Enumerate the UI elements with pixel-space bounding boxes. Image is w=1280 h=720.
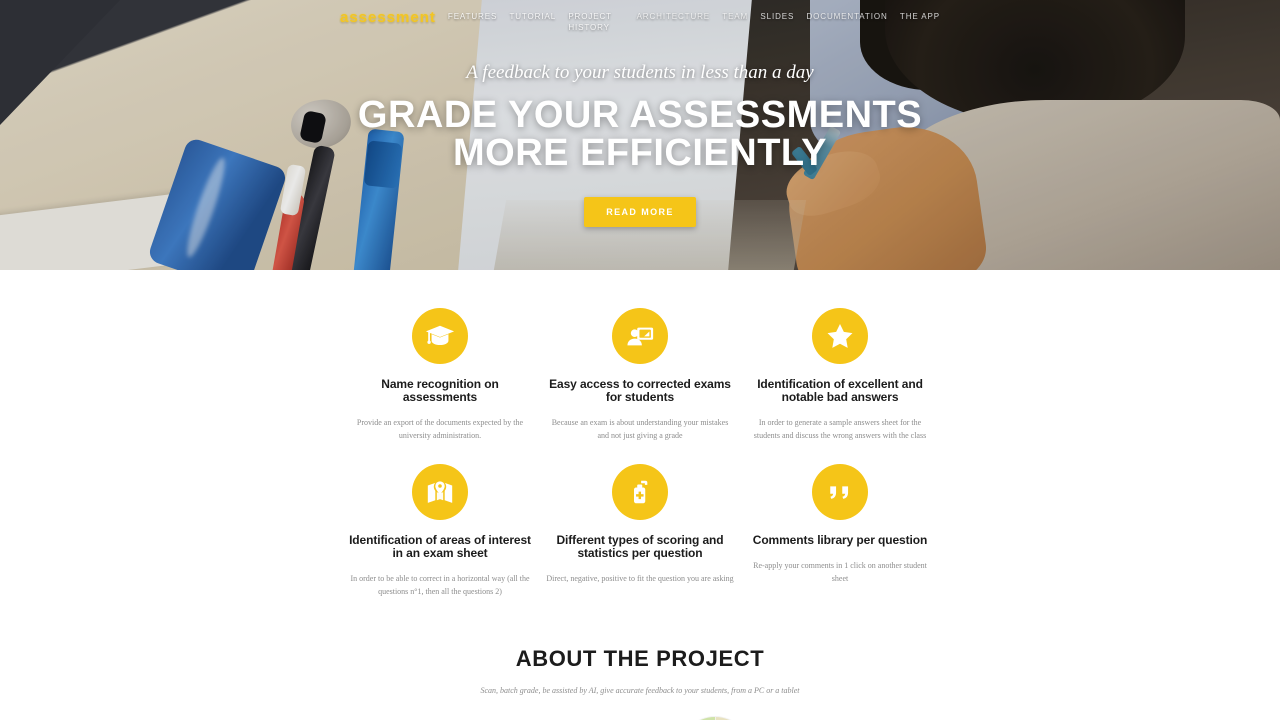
hero-subtitle: A feedback to your students in less than…: [466, 62, 814, 83]
main-navigation: assessment FEATURES TUTORIAL PROJECT HIS…: [0, 0, 1280, 33]
hero-title-line-2: MORE EFFICIENTLY: [453, 132, 827, 174]
feature-card-name-recognition: Name recognition on assessments Provide …: [340, 308, 540, 442]
feature-card-excellent-answers: Identification of excellent and notable …: [740, 308, 940, 442]
star-icon: [812, 308, 868, 364]
about-subtitle: Scan, batch grade, be assisted by AI, gi…: [480, 686, 800, 695]
feature-description: Because an exam is about understanding y…: [551, 418, 729, 440]
feature-card-areas-of-interest: Identification of areas of interest in a…: [340, 464, 540, 598]
nav-item-tutorial[interactable]: TUTORIAL: [509, 11, 556, 22]
read-more-button[interactable]: READ MORE: [584, 197, 696, 227]
hero-title-line-1: GRADE YOUR ASSESSMENTS: [357, 94, 923, 136]
feature-description: Direct, negative, positive to fit the qu…: [546, 574, 734, 583]
nav-item-slides[interactable]: SLIDES: [760, 11, 794, 22]
nav-item-features[interactable]: FEATURES: [448, 11, 497, 22]
map-pin-icon: [412, 464, 468, 520]
hero-title: GRADE YOUR ASSESSMENTS MORE EFFICIENTLY: [0, 96, 1280, 172]
presentation-person-icon: [612, 308, 668, 364]
nav-item-architecture[interactable]: ARCHITECTURE: [637, 11, 710, 22]
about-title: ABOUT THE PROJECT: [515, 646, 765, 671]
about-section: ABOUT THE PROJECT Scan, batch grade, be …: [0, 598, 1280, 695]
nav-item-the-app[interactable]: THE APP: [900, 11, 940, 22]
site-logo[interactable]: assessment: [340, 8, 436, 28]
feature-title: Comments library per question: [752, 533, 928, 547]
nav-links: FEATURES TUTORIAL PROJECT HISTORY ARCHIT…: [448, 8, 940, 33]
nav-item-project-history[interactable]: PROJECT HISTORY: [568, 11, 624, 33]
feature-description: Re-apply your comments in 1 click on ano…: [753, 561, 927, 583]
feature-description: In order to generate a sample answers sh…: [753, 418, 927, 440]
dispenser-plus-icon: [612, 464, 668, 520]
hero-section: assessment FEATURES TUTORIAL PROJECT HIS…: [0, 0, 1280, 270]
feature-title: Different types of scoring and statistic…: [556, 533, 724, 560]
nav-item-team[interactable]: TEAM: [722, 11, 748, 22]
feature-card-comments-library: Comments library per question Re-apply y…: [740, 464, 940, 598]
hero-content: A feedback to your students in less than…: [0, 62, 1280, 227]
quote-icon: [812, 464, 868, 520]
nav-item-documentation[interactable]: DOCUMENTATION: [806, 11, 887, 22]
feature-card-easy-access: Easy access to corrected exams for stude…: [540, 308, 740, 442]
feature-title: Identification of excellent and notable …: [757, 377, 923, 404]
feature-description: In order to be able to correct in a hori…: [350, 574, 530, 596]
features-grid: Name recognition on assessments Provide …: [340, 308, 940, 598]
features-section: Name recognition on assessments Provide …: [0, 270, 1280, 598]
feature-description: Provide an export of the documents expec…: [356, 418, 524, 440]
feature-title: Name recognition on assessments: [381, 377, 499, 404]
feature-title: Easy access to corrected exams for stude…: [549, 377, 731, 404]
feature-card-scoring-types: Different types of scoring and statistic…: [540, 464, 740, 598]
feature-title: Identification of areas of interest in a…: [349, 533, 531, 560]
graduation-cap-icon: [412, 308, 468, 364]
